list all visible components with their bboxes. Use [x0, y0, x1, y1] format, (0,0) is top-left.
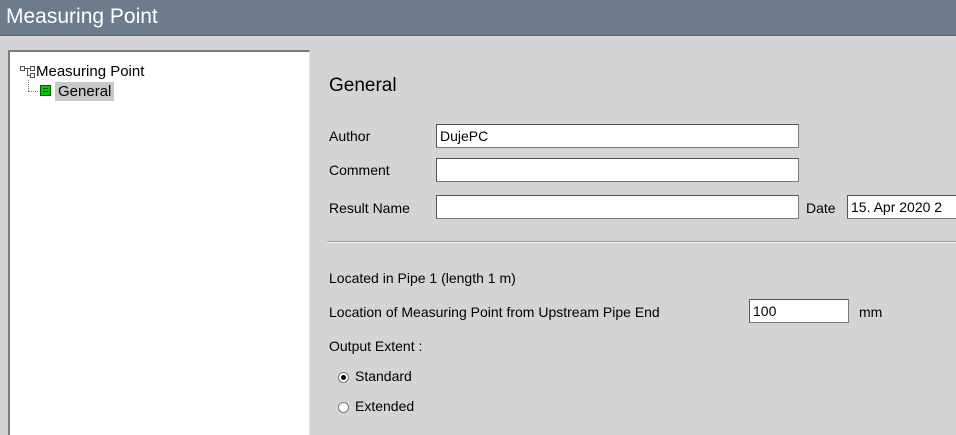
tree-item-label: General	[55, 82, 115, 101]
standard-radio[interactable]	[338, 372, 349, 383]
window-title: Measuring Point	[6, 5, 158, 28]
date-field[interactable]: 15. Apr 2020 2	[847, 195, 956, 219]
tree-connector	[28, 91, 38, 92]
author-label: Author	[329, 128, 371, 144]
tree-connector	[28, 80, 29, 91]
tree-structure-icon	[20, 66, 35, 78]
comment-field[interactable]	[436, 158, 799, 182]
comment-label: Comment	[329, 162, 390, 178]
extended-option-label[interactable]: Extended	[355, 398, 414, 414]
location-unit: mm	[859, 304, 883, 320]
window-title-bar: Measuring Point	[0, 0, 956, 36]
pipe-location-info: Located in Pipe 1 (length 1 m)	[329, 270, 516, 286]
general-panel: General Author DujePC Comment Result Nam…	[312, 50, 956, 435]
extended-radio[interactable]	[338, 402, 349, 413]
location-label: Location of Measuring Point from Upstrea…	[329, 304, 660, 320]
standard-option-label[interactable]: Standard	[355, 368, 412, 384]
date-label: Date	[806, 200, 836, 216]
window-frame	[0, 36, 956, 50]
result-name-label: Result Name	[329, 200, 410, 216]
result-name-field[interactable]	[436, 195, 799, 219]
author-field[interactable]: DujePC	[436, 124, 799, 148]
location-field[interactable]: 100	[749, 299, 849, 323]
separator	[327, 241, 956, 243]
section-heading: General	[329, 75, 397, 96]
tree-root-label: Measuring Point	[36, 63, 145, 80]
navigation-tree[interactable]: Measuring Point General	[8, 50, 310, 435]
output-extent-label: Output Extent :	[329, 338, 423, 354]
general-page-icon	[40, 85, 51, 96]
